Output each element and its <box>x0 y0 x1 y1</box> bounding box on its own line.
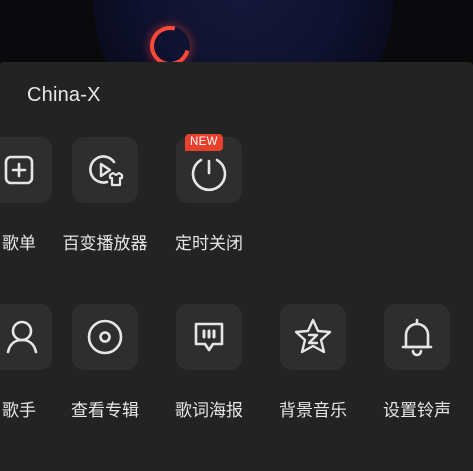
lyrics-poster-button[interactable]: 歌词海报 <box>157 304 261 434</box>
player-skin-button[interactable]: 百变播放器 <box>53 137 157 267</box>
set-ringtone-button[interactable]: 设置铃声 <box>365 304 469 434</box>
add-to-playlist-tile <box>0 137 52 203</box>
ringtone-bell-icon <box>401 318 433 357</box>
background-music-icon <box>294 318 332 354</box>
sheet-title: China-X <box>27 84 101 106</box>
set-ringtone-label: 设置铃声 <box>383 401 451 421</box>
sleep-timer-button[interactable]: NEW 定时关闭 <box>157 134 261 267</box>
album-cover-art <box>93 0 393 64</box>
add-playlist-icon <box>4 155 34 185</box>
set-ringtone-tile <box>384 304 450 370</box>
more-options-sheet: China-X 歌单 百变播放器 NEW 定时关闭 歌手 查看专辑 歌词海报 背… <box>0 62 473 471</box>
singer-icon <box>6 320 38 354</box>
player-skin-icon <box>89 155 124 187</box>
lyrics-poster-tile <box>176 304 242 370</box>
sleep-timer-label: 定时关闭 <box>175 234 243 254</box>
app-screen: China-X 歌单 百变播放器 NEW 定时关闭 歌手 查看专辑 歌词海报 背… <box>0 0 473 471</box>
new-badge: NEW <box>185 134 223 151</box>
player-skin-tile <box>72 137 138 203</box>
now-playing-background <box>0 0 473 64</box>
view-album-tile <box>72 304 138 370</box>
view-singer-tile <box>0 304 52 370</box>
background-music-button[interactable]: 背景音乐 <box>261 304 365 434</box>
view-album-button[interactable]: 查看专辑 <box>53 304 157 434</box>
album-icon <box>87 319 123 355</box>
background-music-tile <box>280 304 346 370</box>
lyrics-poster-icon <box>194 322 224 352</box>
